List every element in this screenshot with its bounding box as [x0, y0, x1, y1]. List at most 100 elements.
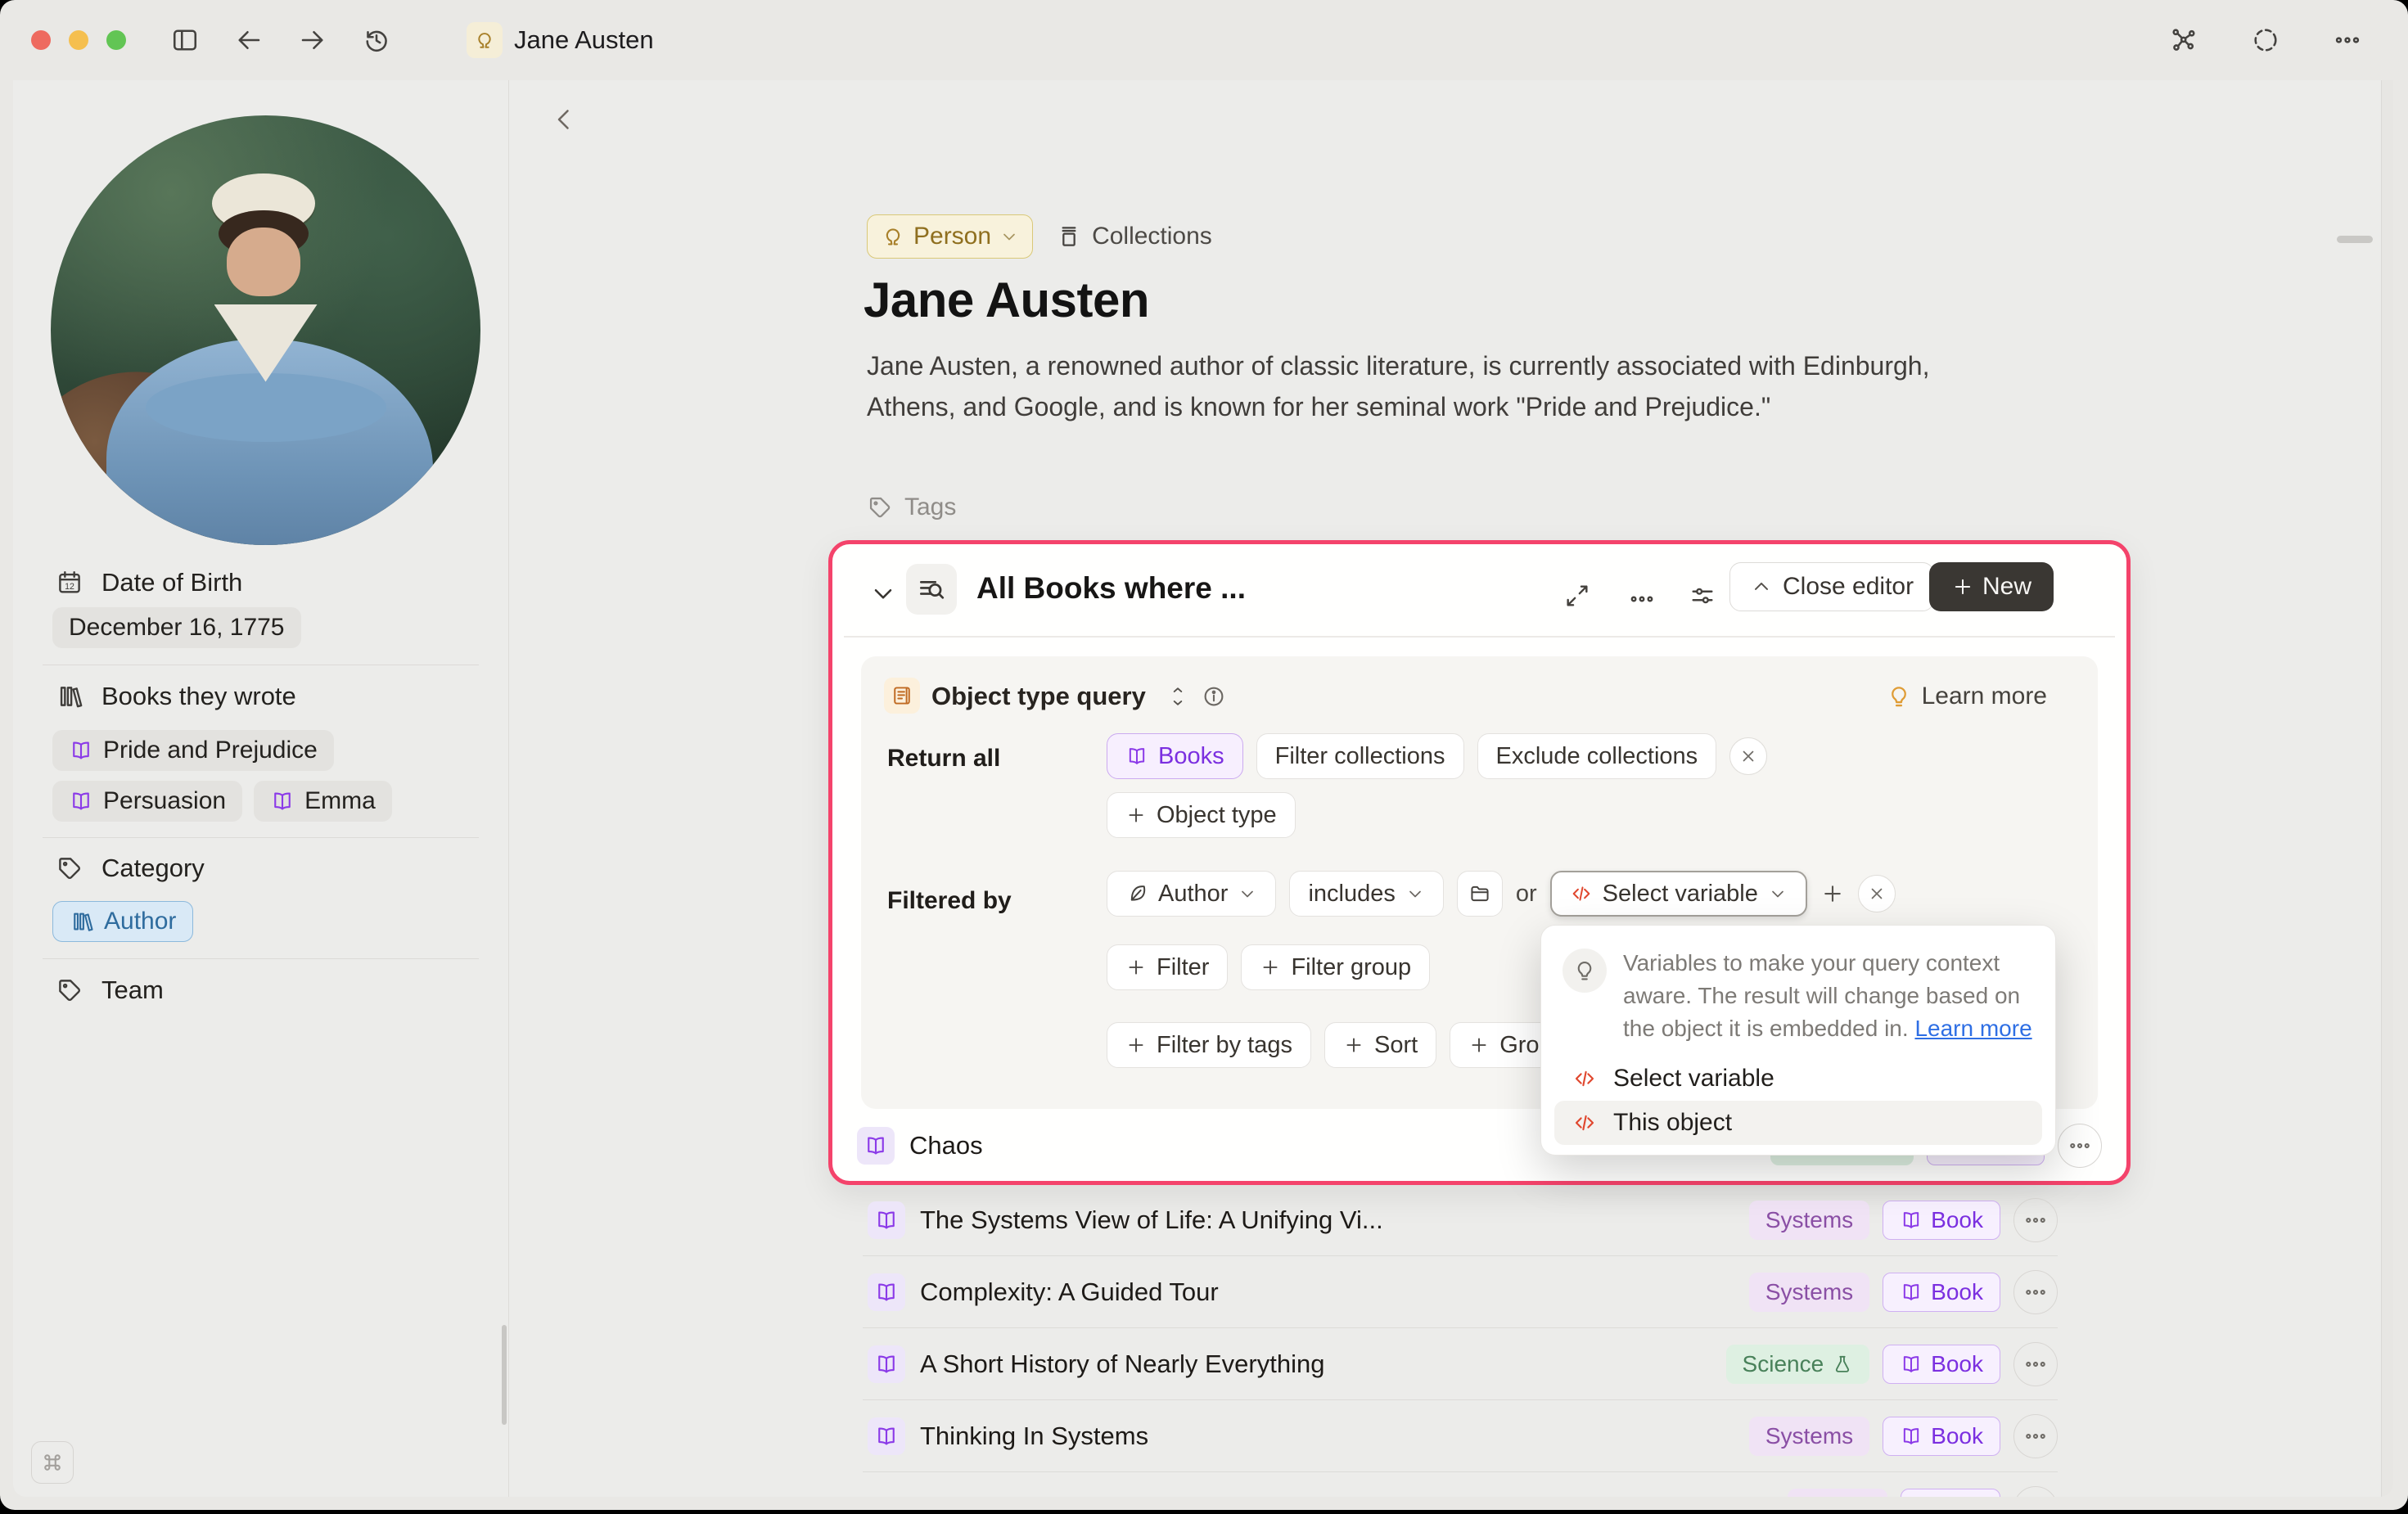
lightbulb-icon — [1562, 949, 1607, 993]
tag-badge[interactable]: Systems — [1749, 1273, 1869, 1312]
row-more-button[interactable] — [2013, 1270, 2058, 1314]
page-description[interactable]: Jane Austen, a renowned author of classi… — [867, 345, 2021, 427]
result-row[interactable]: A Short History of Nearly Everything Sci… — [863, 1328, 2058, 1400]
date-of-birth-value[interactable]: December 16, 1775 — [52, 607, 301, 648]
book-pill[interactable]: Pride and Prejudice — [52, 730, 334, 771]
add-sort-button[interactable]: Sort — [1324, 1022, 1436, 1068]
object-type-badge[interactable]: Book — [1883, 1417, 2000, 1456]
object-type-badge[interactable]: Book — [1883, 1273, 2000, 1312]
new-button[interactable]: New — [1929, 562, 2054, 611]
maximize-window-button[interactable] — [106, 30, 126, 50]
close-window-button[interactable] — [31, 30, 51, 50]
exclude-collections-button[interactable]: Exclude collections — [1477, 733, 1717, 779]
learn-more-button[interactable]: Learn more — [1886, 683, 2047, 710]
query-more-button[interactable] — [1628, 585, 1656, 613]
result-row-partial[interactable] — [863, 1472, 2058, 1497]
chevron-down-icon — [999, 227, 1019, 246]
open-book-icon — [868, 1345, 905, 1383]
menu-item-this-object[interactable]: This object — [1554, 1101, 2042, 1145]
collapse-query-button[interactable] — [868, 579, 898, 608]
main-scrollbar[interactable] — [2381, 80, 2393, 1497]
profile-image[interactable] — [51, 115, 480, 545]
page-title[interactable]: Jane Austen — [864, 272, 1149, 328]
drag-handle[interactable] — [2337, 236, 2373, 243]
command-icon — [40, 1450, 65, 1475]
or-label: or — [1516, 881, 1537, 908]
query-block-icon-button[interactable] — [906, 564, 957, 615]
info-icon[interactable] — [1202, 684, 1226, 709]
portrait-arms-shape — [146, 373, 386, 442]
query-results-list: The Systems View of Life: A Unifying Vi.… — [863, 1184, 2058, 1497]
result-row[interactable]: Thinking In Systems Systems Book — [863, 1400, 2058, 1472]
focus-mode-button[interactable] — [2251, 25, 2280, 55]
back-button[interactable] — [234, 25, 264, 55]
row-more-button[interactable] — [2013, 1414, 2058, 1458]
object-type-badge — [1901, 1489, 2000, 1497]
open-book-icon — [69, 789, 93, 813]
result-row[interactable]: Complexity: A Guided Tour Systems Book — [863, 1256, 2058, 1328]
select-variable-dropdown[interactable]: Select variable — [1550, 871, 1807, 917]
menu-item-select-variable[interactable]: Select variable — [1554, 1057, 2042, 1101]
filter-property-select[interactable]: Author — [1107, 871, 1276, 917]
sidebar-scrollbar[interactable] — [502, 1325, 507, 1425]
graph-view-button[interactable] — [2169, 25, 2198, 55]
current-tab[interactable]: Jane Austen — [467, 22, 654, 58]
tab-label: Jane Austen — [514, 25, 654, 55]
learn-more-link[interactable]: Learn more — [1914, 1016, 2031, 1041]
tag-badge[interactable]: Systems — [1749, 1201, 1869, 1240]
query-title[interactable]: All Books where ... — [976, 571, 1246, 606]
object-type-badge[interactable]: Person — [867, 214, 1033, 259]
add-object-type-button[interactable]: Object type — [1107, 792, 1296, 838]
tag-badge[interactable]: Science — [1726, 1345, 1870, 1384]
main-content: Person Collections Jane Austen Jane Aust… — [509, 80, 2393, 1497]
collections-button[interactable]: Collections — [1056, 223, 1212, 250]
category-pill-author[interactable]: Author — [52, 901, 193, 942]
remove-filter-button[interactable] — [1858, 875, 1896, 912]
forward-button[interactable] — [298, 25, 327, 55]
shortcuts-button[interactable] — [31, 1441, 74, 1484]
object-type-badge[interactable]: Book — [1883, 1201, 2000, 1240]
category-pill-label: Author — [104, 908, 176, 935]
tags-row[interactable]: Tags — [867, 493, 956, 521]
plus-icon — [1125, 804, 1147, 826]
object-type-query-icon — [884, 678, 920, 714]
result-title: Complexity: A Guided Tour — [920, 1277, 1219, 1307]
arrow-right-icon — [298, 25, 327, 55]
expand-query-button[interactable] — [1563, 582, 1591, 610]
query-type-label[interactable]: Object type query — [931, 682, 1146, 711]
search-list-icon — [916, 574, 947, 605]
add-filter-button[interactable]: Filter — [1107, 944, 1228, 990]
traffic-lights — [31, 30, 126, 50]
pick-object-button[interactable] — [1457, 871, 1503, 917]
row-more-button[interactable] — [2013, 1198, 2058, 1242]
history-button[interactable] — [362, 25, 391, 55]
chevron-down-icon — [1405, 884, 1425, 903]
object-type-badge[interactable]: Book — [1883, 1345, 2000, 1384]
field-date-of-birth: Date of Birth — [56, 568, 242, 597]
tag-badge[interactable]: Systems — [1749, 1417, 1869, 1456]
result-row[interactable]: The Systems View of Life: A Unifying Vi.… — [863, 1184, 2058, 1256]
book-pill[interactable]: Persuasion — [52, 781, 242, 822]
add-filter-group-button[interactable]: Filter group — [1241, 944, 1430, 990]
minimize-window-button[interactable] — [69, 30, 88, 50]
toggle-sidebar-button[interactable] — [170, 25, 200, 55]
close-editor-button[interactable]: Close editor — [1729, 562, 1934, 611]
open-book-icon — [1900, 1281, 1923, 1304]
book-pill-label: Pride and Prejudice — [103, 737, 318, 764]
window-more-button[interactable] — [2333, 25, 2362, 55]
add-filter-by-tags-button[interactable]: Filter by tags — [1107, 1022, 1311, 1068]
books-type-chip[interactable]: Books — [1107, 733, 1243, 779]
open-book-icon — [868, 1201, 905, 1239]
query-type-switcher-icon[interactable] — [1167, 686, 1188, 707]
add-filter-value-button[interactable] — [1820, 881, 1845, 906]
collapse-panel-button[interactable] — [549, 105, 579, 134]
add-filter-label: Filter — [1157, 954, 1209, 981]
book-pill[interactable]: Emma — [254, 781, 392, 822]
remove-return-row-button[interactable] — [1729, 737, 1767, 775]
row-more-button[interactable] — [2058, 1124, 2102, 1168]
filter-collections-button[interactable]: Filter collections — [1256, 733, 1464, 779]
query-settings-button[interactable] — [1689, 582, 1716, 610]
graph-icon — [2169, 25, 2198, 55]
filter-operator-select[interactable]: includes — [1289, 871, 1443, 917]
row-more-button[interactable] — [2013, 1342, 2058, 1386]
